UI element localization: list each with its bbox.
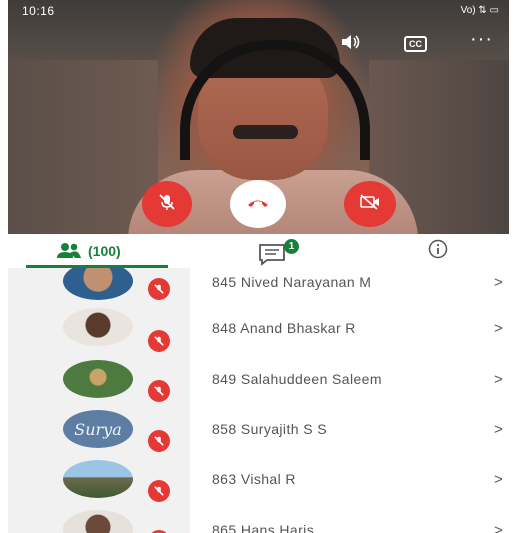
participants-count: (100) [88,243,121,259]
mic-off-icon [148,278,170,300]
mic-off-icon [157,192,177,217]
avatar [63,510,133,533]
list-item[interactable]: 865 Hans Haris > [8,508,509,533]
participant-name: 849 Salahuddeen Saleem [212,371,382,387]
status-right-icons: Vo) ⇅ ▭ [460,5,499,16]
list-item[interactable]: 849 Salahuddeen Saleem > [8,358,509,408]
list-item[interactable]: 863 Vishal R > [8,458,509,508]
mic-off-icon [148,480,170,502]
status-bar: 10:16 Vo) ⇅ ▭ [8,0,509,22]
chevron-right-icon: > [494,421,503,438]
chevron-right-icon: > [494,471,503,488]
video-off-icon [359,193,381,215]
avatar-text: Surya [74,419,122,439]
participant-name: 863 Vishal R [212,471,296,487]
speaker-icon[interactable] [340,34,360,55]
video-toggle-button[interactable] [344,181,396,227]
participant-name: 848 Anand Bhaskar R [212,320,356,336]
chevron-right-icon: > [494,371,503,388]
call-tabs: (100) 1 [8,234,509,268]
mic-off-icon [148,430,170,452]
mic-off-icon [148,330,170,352]
participant-name: 865 Hans Haris [212,522,315,533]
closed-captions-icon[interactable]: CC [404,36,427,52]
chevron-right-icon: > [494,320,503,337]
list-item[interactable]: 845 Nived Narayanan M > [8,268,509,310]
list-item[interactable]: 848 Anand Bhaskar R > [8,308,509,358]
avatar [63,360,133,398]
info-icon [428,239,448,264]
participant-name: 858 Suryajith S S [212,421,327,437]
avatar [63,308,133,346]
end-call-button[interactable] [230,180,286,228]
tab-chat[interactable]: 1 [258,234,302,268]
avatar [63,460,133,498]
avatar [63,268,133,300]
list-item[interactable]: Surya 858 Suryajith S S > [8,408,509,458]
tab-info[interactable] [428,234,448,268]
chat-unread-badge: 1 [284,239,299,254]
chevron-right-icon: > [494,274,503,291]
participant-name: 845 Nived Narayanan M [212,274,372,290]
avatar: Surya [63,410,133,448]
end-call-icon [246,195,270,213]
mute-button[interactable] [142,181,192,227]
people-icon [56,242,82,261]
tab-participants[interactable]: (100) [56,234,121,268]
status-time: 10:16 [22,4,55,18]
mic-off-icon [148,380,170,402]
more-icon[interactable]: ··· [470,28,493,51]
chat-icon: 1 [258,237,302,266]
chevron-right-icon: > [494,522,503,533]
participants-list: 845 Nived Narayanan M > 848 Anand Bhaska… [8,268,509,533]
